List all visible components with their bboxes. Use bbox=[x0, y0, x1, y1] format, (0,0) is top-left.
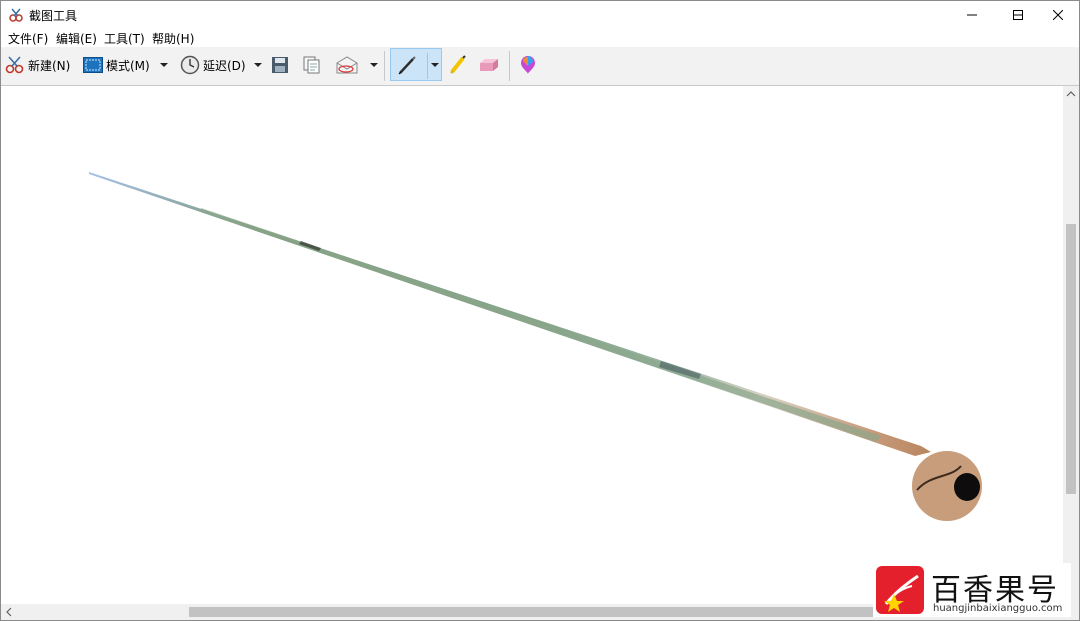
minimize-button-real[interactable] bbox=[955, 1, 989, 28]
close-button[interactable] bbox=[1041, 1, 1075, 28]
copy-button[interactable] bbox=[302, 47, 322, 83]
snip-image bbox=[89, 172, 982, 521]
eraser-icon bbox=[480, 59, 498, 71]
chevron-down-icon bbox=[431, 63, 439, 67]
delay-button[interactable]: 延迟(D) bbox=[180, 47, 246, 83]
mode-button[interactable]: 模式(M) bbox=[83, 47, 150, 83]
save-icon bbox=[272, 57, 288, 73]
toolbar: 新建(N) 模式(M) 延迟(D) bbox=[1, 47, 1079, 86]
watermark: 百香果号 huangjinbaixiangguo.com bbox=[873, 563, 1071, 617]
highlighter-icon bbox=[450, 55, 466, 74]
send-snip-button[interactable] bbox=[335, 47, 359, 83]
mode-icon bbox=[83, 57, 103, 73]
snip-canvas[interactable] bbox=[1, 86, 1063, 604]
eraser-button[interactable] bbox=[477, 47, 499, 83]
watermark-logo-icon bbox=[876, 566, 924, 614]
menu-help[interactable]: 帮助(H) bbox=[152, 30, 194, 47]
pen-dropdown-arrow[interactable] bbox=[431, 47, 439, 83]
window-title: 截图工具 bbox=[29, 9, 78, 23]
pen-button[interactable] bbox=[396, 47, 418, 83]
menu-edit[interactable]: 编辑(E) bbox=[56, 30, 97, 47]
snipping-tool-window: 截图工具 文件(F) 编辑(E) 工具(T) 帮助(H) 新建(N) 模式(M)… bbox=[0, 0, 1080, 621]
new-snip-button[interactable]: 新建(N) bbox=[5, 47, 70, 83]
paint3d-icon bbox=[521, 56, 535, 74]
pen-split-divider bbox=[427, 53, 428, 79]
new-snip-label: 新建(N) bbox=[28, 58, 71, 73]
save-button[interactable] bbox=[271, 47, 289, 83]
menu-tools[interactable]: 工具(T) bbox=[104, 30, 145, 47]
vertical-scroll-thumb[interactable] bbox=[1066, 224, 1076, 494]
chevron-down-icon bbox=[254, 63, 262, 67]
pen-icon bbox=[398, 56, 416, 75]
minimize-icon-real bbox=[967, 14, 977, 15]
toolbar-separator-2 bbox=[509, 51, 510, 81]
maximize-button-real[interactable] bbox=[1001, 1, 1035, 28]
close-icon bbox=[1053, 9, 1063, 20]
paint3d-button[interactable] bbox=[518, 47, 538, 83]
mode-label: 模式(M) bbox=[106, 58, 150, 73]
clock-icon bbox=[180, 55, 200, 75]
watermark-url: huangjinbaixiangguo.com bbox=[933, 603, 1063, 614]
send-dropdown-arrow[interactable] bbox=[370, 47, 378, 83]
mode-dropdown-arrow[interactable] bbox=[160, 47, 168, 83]
title-bar: 截图工具 bbox=[1, 1, 1079, 28]
toolbar-separator bbox=[384, 51, 385, 81]
menu-file[interactable]: 文件(F) bbox=[8, 30, 48, 47]
delay-dropdown-arrow[interactable] bbox=[254, 47, 262, 83]
delay-label: 延迟(D) bbox=[203, 58, 246, 73]
snip-dark-spot bbox=[954, 473, 980, 501]
chevron-down-icon bbox=[370, 63, 378, 67]
passion-fruit-logo-icon bbox=[884, 574, 919, 612]
copy-icon bbox=[303, 56, 320, 74]
menu-bar: 文件(F) 编辑(E) 工具(T) 帮助(H) bbox=[1, 28, 1079, 47]
vertical-scrollbar[interactable] bbox=[1063, 86, 1079, 604]
scroll-left-icon[interactable] bbox=[1, 604, 17, 620]
horizontal-scroll-thumb[interactable] bbox=[189, 607, 889, 617]
scroll-up-icon[interactable] bbox=[1063, 86, 1079, 102]
maximize-icon bbox=[1013, 9, 1023, 20]
scissors-icon bbox=[5, 56, 24, 74]
highlighter-button[interactable] bbox=[447, 47, 469, 83]
chevron-down-icon bbox=[160, 63, 168, 67]
send-email-icon bbox=[336, 56, 358, 74]
snipping-tool-app-icon bbox=[9, 8, 23, 22]
